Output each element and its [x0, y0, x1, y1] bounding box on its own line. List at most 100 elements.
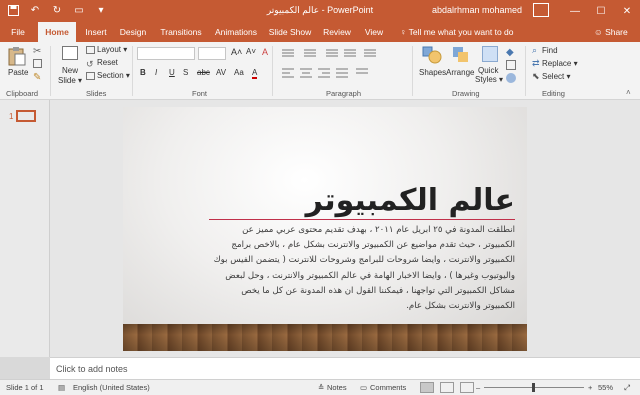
tab-design[interactable]: Design — [116, 22, 150, 42]
decrease-font-icon[interactable]: A˅ — [246, 47, 256, 56]
alignment-buttons[interactable] — [280, 66, 400, 80]
tab-animations[interactable]: Animations — [212, 22, 260, 42]
ribbon-display-options-icon[interactable] — [533, 3, 549, 17]
shapes-button[interactable]: Shapes — [419, 68, 446, 77]
slide-indicator: Slide 1 of 1 — [6, 383, 44, 392]
shapes-icon[interactable] — [422, 46, 442, 64]
quick-styles-dropdown[interactable]: Styles ▾ — [475, 75, 503, 84]
share-button[interactable]: ☺ Share — [594, 27, 628, 37]
slides-group-label: Slides — [86, 89, 107, 98]
layout-button[interactable]: Layout ▾ — [97, 45, 127, 54]
font-group-label: Font — [192, 89, 208, 98]
lightbulb-icon: ♀ — [400, 27, 407, 37]
slide-body-text[interactable]: انطلقت المدونة في ٢٥ ابريل عام ٢٠١١ ، به… — [209, 223, 515, 314]
clipboard-group-label: Clipboard — [6, 89, 39, 98]
tab-slide-show[interactable]: Slide Show — [266, 22, 314, 42]
comments-button[interactable]: Comments — [370, 383, 406, 392]
account-name[interactable]: abdalrhman mohamed — [432, 5, 522, 15]
notes-placeholder: Click to add notes — [56, 364, 128, 374]
select-button[interactable]: Select ▾ — [542, 72, 570, 81]
reset-button[interactable]: Reset — [97, 58, 118, 67]
replace-icon: ⇄ — [532, 58, 540, 68]
person-icon: ☺ — [594, 27, 603, 37]
ribbon-tabs: File Home Insert Design Transitions Anim… — [0, 22, 640, 42]
notes-pane[interactable]: Click to add notes — [50, 357, 640, 379]
paste-icon[interactable] — [8, 46, 26, 66]
slide-thumbnail-pane — [0, 100, 50, 357]
slide-number: 1 — [9, 112, 14, 121]
font-name-box[interactable] — [137, 47, 195, 60]
ribbon-divider — [412, 46, 413, 96]
title-bar: ↶ ↻ ▭ ▾ عالم الكمبيوتر - PowerPoint abda… — [0, 0, 640, 22]
character-spacing-button[interactable]: AV — [216, 68, 226, 77]
clear-formatting-icon[interactable]: A — [262, 47, 268, 57]
wood-floor-image — [123, 324, 527, 351]
title-underline — [209, 219, 515, 220]
slide-title[interactable]: عالم الكمبيوتر — [123, 183, 515, 218]
quick-styles-button[interactable]: Quick — [478, 66, 498, 75]
shape-effects-icon[interactable] — [506, 73, 516, 83]
drawing-group-label: Drawing — [452, 89, 480, 98]
close-icon[interactable]: ✕ — [614, 0, 640, 22]
section-button[interactable]: Section ▾ — [97, 71, 130, 80]
minimize-icon[interactable]: — — [562, 0, 588, 22]
font-size-box[interactable] — [198, 47, 226, 60]
shadow-button[interactable]: S — [183, 68, 188, 77]
ribbon-home: Paste ✂ ✎ Clipboard New Slide ▾ Layout ▾… — [0, 42, 640, 100]
ribbon-divider — [132, 46, 133, 96]
increase-font-icon[interactable]: A˄ — [231, 47, 242, 57]
select-icon: ⬉ — [532, 71, 540, 81]
new-slide-button[interactable]: New — [62, 66, 78, 75]
editing-group-label: Editing — [542, 89, 565, 98]
tab-transitions[interactable]: Transitions — [156, 22, 206, 42]
status-bar: Slide 1 of 1 ▤ English (United States) ≙… — [0, 379, 640, 395]
paste-button[interactable]: Paste — [8, 68, 28, 77]
new-slide-dropdown[interactable]: Slide ▾ — [58, 76, 82, 85]
find-button[interactable]: Find — [542, 46, 558, 55]
change-case-button[interactable]: Aa — [234, 68, 244, 77]
reset-icon: ↺ — [86, 59, 94, 69]
arrange-button[interactable]: Arrange — [446, 68, 474, 77]
slide-canvas[interactable]: عالم الكمبيوتر انطلقت المدونة في ٢٥ ابري… — [123, 107, 527, 351]
replace-button[interactable]: Replace ▾ — [542, 59, 578, 68]
bold-button[interactable]: B — [140, 68, 146, 77]
zoom-slider-thumb[interactable] — [532, 383, 535, 392]
copy-icon[interactable] — [33, 59, 42, 68]
tab-insert[interactable]: Insert — [80, 22, 112, 42]
font-color-button[interactable]: A — [252, 68, 258, 79]
format-painter-icon[interactable]: ✎ — [33, 72, 41, 83]
fit-to-window-icon[interactable]: ⤢ — [624, 383, 630, 393]
strikethrough-button[interactable]: abc — [197, 68, 210, 77]
collapse-ribbon-icon[interactable]: ˄ — [626, 88, 631, 97]
tab-view[interactable]: View — [360, 22, 388, 42]
slide-thumbnail[interactable] — [16, 110, 36, 122]
shape-fill-icon[interactable]: ◆ — [506, 47, 516, 58]
maximize-icon[interactable]: ☐ — [588, 0, 614, 22]
cut-icon[interactable]: ✂ — [33, 46, 41, 57]
slide-sorter-view-button[interactable] — [440, 382, 454, 393]
reading-view-button[interactable] — [460, 382, 474, 393]
tab-file[interactable]: File — [4, 22, 32, 42]
language-indicator[interactable]: English (United States) — [73, 383, 150, 392]
tell-me-box[interactable]: ♀ Tell me what you want to do — [400, 27, 513, 37]
find-icon: ⌕ — [532, 45, 538, 55]
tab-home[interactable]: Home — [38, 22, 76, 42]
normal-view-button[interactable] — [420, 382, 434, 393]
quick-styles-icon[interactable] — [482, 46, 498, 62]
arrange-icon[interactable] — [452, 46, 470, 64]
ribbon-divider — [272, 46, 273, 96]
ribbon-divider — [50, 46, 51, 96]
zoom-in-button[interactable]: + — [588, 383, 592, 392]
zoom-level[interactable]: 55% — [598, 383, 613, 392]
shape-outline-icon[interactable] — [506, 60, 516, 70]
new-slide-icon[interactable] — [62, 46, 78, 60]
underline-button[interactable]: U — [169, 68, 175, 77]
italic-button[interactable]: I — [155, 68, 157, 77]
spell-check-icon[interactable]: ▤ — [58, 383, 65, 392]
tab-review[interactable]: Review — [320, 22, 354, 42]
layout-icon — [86, 46, 95, 54]
ribbon-divider — [525, 46, 526, 96]
zoom-out-button[interactable]: – — [476, 383, 480, 392]
comments-icon: ▭ — [360, 383, 368, 392]
notes-button[interactable]: Notes — [327, 383, 347, 392]
